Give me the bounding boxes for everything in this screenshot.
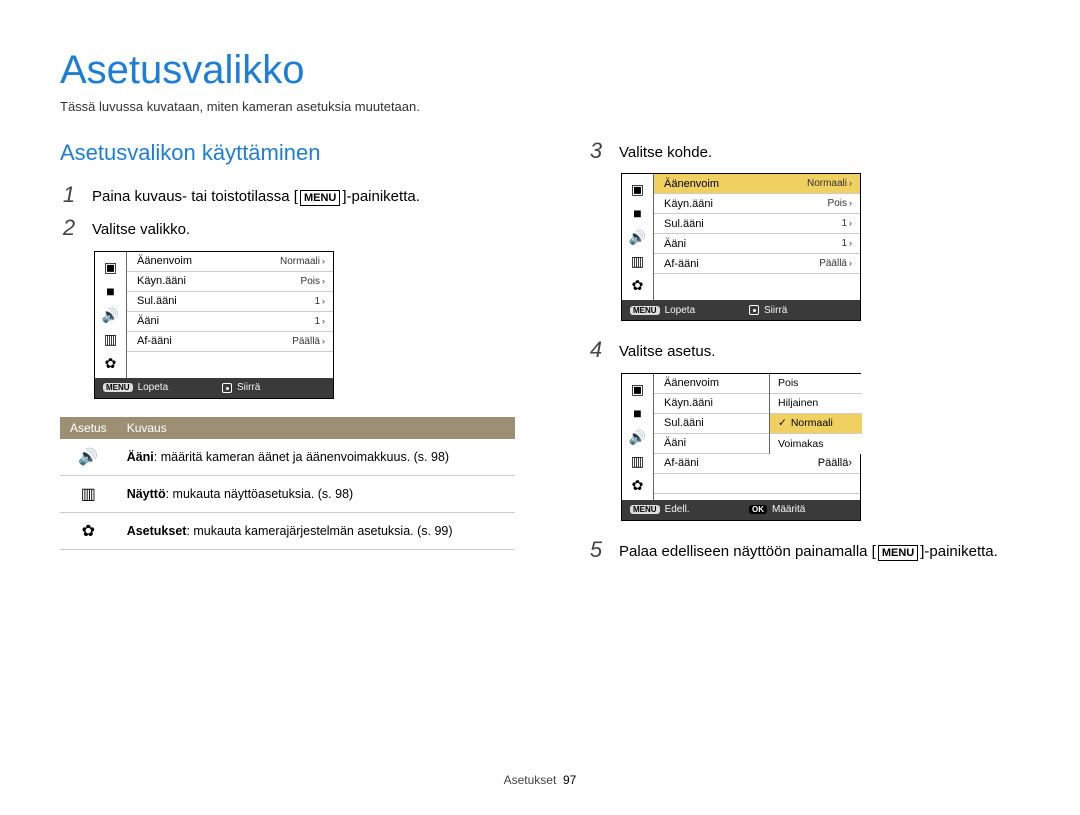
gear-icon: ✿ [632, 478, 644, 492]
row-label: Af-ääni [664, 457, 699, 469]
row-label: Käyn.ääni [137, 275, 186, 287]
step-4: 4 Valitse asetus. [587, 339, 1020, 362]
step1-text-b: ]-painiketta. [342, 188, 420, 205]
step4-text: Valitse asetus. [619, 339, 715, 362]
page-subtitle: Tässä luvussa kuvataan, miten kameran as… [60, 99, 1020, 114]
menu-button-label: MENU [878, 545, 918, 561]
sound-icon: 🔊 [60, 439, 117, 476]
sound-icon: 🔊 [102, 308, 119, 322]
row-value: 1 [314, 316, 320, 327]
row-value: Normaali [807, 178, 847, 189]
video-icon: ■ [106, 284, 114, 298]
video-icon: ■ [633, 206, 641, 220]
display-icon: ▥ [631, 254, 644, 268]
foot-exit: Lopeta [665, 305, 696, 316]
row-label: Sul.ääni [664, 417, 704, 429]
step-number: 2 [60, 217, 78, 240]
row-label: Ääni [664, 238, 686, 250]
step-number: 1 [60, 184, 78, 207]
row-value: Päällä [292, 336, 320, 347]
camera-icon: ▣ [104, 260, 117, 274]
option-loud: Voimakas [778, 438, 824, 450]
footer-section: Asetukset [504, 773, 557, 787]
row-value: 1 [841, 238, 847, 249]
step3-text: Valitse kohde. [619, 140, 712, 163]
step-number: 4 [587, 339, 605, 362]
foot-set: Määritä [772, 504, 805, 515]
sound-icon: 🔊 [629, 230, 646, 244]
option-normal: Normaali [791, 417, 833, 429]
row-value: Normaali [280, 256, 320, 267]
camera-icon: ▣ [631, 382, 644, 396]
row-label: Ääni [664, 437, 686, 449]
row-label: Äänenvoim [664, 377, 719, 389]
row-label: Sul.ääni [137, 295, 177, 307]
step-5: 5 Palaa edelliseen näyttöön painamalla [… [587, 539, 1020, 562]
step-1: 1 Paina kuvaus- tai toistotilassa [MENU]… [60, 184, 515, 207]
desc-bold: Asetukset [127, 524, 187, 538]
gear-icon: ✿ [60, 512, 117, 549]
row-label: Sul.ääni [664, 218, 704, 230]
display-icon: ▥ [104, 332, 117, 346]
desc-bold: Näyttö [127, 487, 166, 501]
step-number: 3 [587, 140, 605, 163]
menu-button-label: MENU [300, 190, 340, 206]
row-label: Af-ääni [137, 335, 172, 347]
row-value: Päällä [819, 258, 847, 269]
desc-text: : määritä kameran äänet ja äänenvoimakku… [154, 450, 449, 464]
check-icon: ✓ [778, 417, 787, 429]
lcd-screenshot-2: ▣ ■ 🔊 ▥ ✿ ÄänenvoimNormaali› Käyn.ääniPo… [621, 173, 861, 321]
step-number: 5 [587, 539, 605, 562]
desc-bold: Ääni [127, 450, 154, 464]
row-value: Päällä [818, 457, 849, 469]
desc-text: : mukauta näyttöasetuksia. (s. 98) [166, 487, 354, 501]
row-label: Käyn.ääni [664, 198, 713, 210]
step1-text-a: Paina kuvaus- tai toistotilassa [ [92, 188, 298, 205]
display-icon: ▥ [60, 475, 117, 512]
display-icon: ▥ [631, 454, 644, 468]
gear-icon: ✿ [105, 356, 117, 370]
settings-description-table: Asetus Kuvaus 🔊 Ääni: määritä kameran ää… [60, 417, 515, 550]
row-value: 1 [314, 296, 320, 307]
row-label: Af-ääni [664, 258, 699, 270]
nav-icon [222, 383, 232, 393]
camera-icon: ▣ [631, 182, 644, 196]
lcd-screenshot-1: ▣ ■ 🔊 ▥ ✿ ÄänenvoimNormaali› Käyn.ääniPo… [94, 251, 334, 399]
row-label: Käyn.ääni [664, 397, 713, 409]
option-off: Pois [778, 377, 798, 389]
row-value: 1 [841, 218, 847, 229]
page-footer: Asetukset 97 [0, 773, 1080, 787]
foot-exit: Lopeta [138, 382, 169, 393]
menu-pill-icon: MENU [630, 505, 660, 514]
nav-icon [749, 305, 759, 315]
row-label: Ääni [137, 315, 159, 327]
section-heading: Asetusvalikon käyttäminen [60, 140, 515, 166]
step-3: 3 Valitse kohde. [587, 140, 1020, 163]
step5-text-b: ]-painiketta. [920, 543, 998, 560]
th-description: Kuvaus [117, 417, 515, 439]
row-value: Pois [828, 198, 847, 209]
video-icon: ■ [633, 406, 641, 420]
menu-pill-icon: MENU [103, 383, 133, 392]
ok-pill-icon: OK [749, 505, 767, 514]
row-value: Pois [301, 276, 320, 287]
footer-page: 97 [563, 773, 576, 787]
page-title: Asetusvalikko [60, 48, 1020, 93]
step-2: 2 Valitse valikko. [60, 217, 515, 240]
menu-pill-icon: MENU [630, 306, 660, 315]
sound-icon: 🔊 [629, 430, 646, 444]
foot-move: Siirrä [764, 305, 787, 316]
desc-text: : mukauta kamerajärjestelmän asetuksia. … [186, 524, 452, 538]
th-setting: Asetus [60, 417, 117, 439]
step5-text-a: Palaa edelliseen näyttöön painamalla [ [619, 543, 876, 560]
option-quiet: Hiljainen [778, 397, 818, 409]
foot-back: Edell. [665, 504, 690, 515]
lcd-screenshot-3: ▣ ■ 🔊 ▥ ✿ Äänenvoim Käyn.ääni Sul.ääni Ä… [621, 373, 861, 521]
step2-text: Valitse valikko. [92, 217, 190, 240]
foot-move: Siirrä [237, 382, 260, 393]
row-label: Äänenvoim [137, 255, 192, 267]
gear-icon: ✿ [632, 278, 644, 292]
row-label: Äänenvoim [664, 178, 719, 190]
